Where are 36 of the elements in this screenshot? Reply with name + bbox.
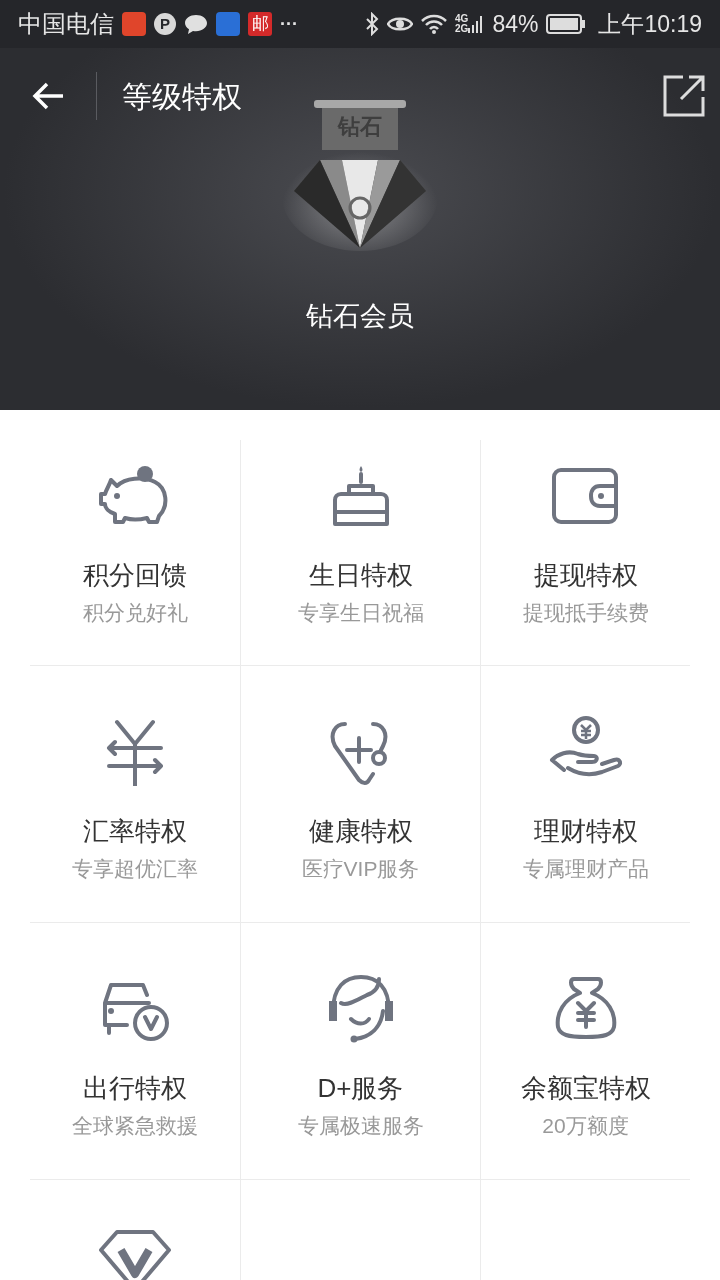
privilege-title[interactable]: 汇率特权 xyxy=(83,818,187,844)
chat-icon xyxy=(184,13,208,35)
mail-notification-icon: 邮 xyxy=(248,12,272,36)
clock: 上午10:19 xyxy=(598,9,702,39)
privilege-title[interactable]: 出行特权 xyxy=(83,1075,187,1101)
wifi-icon xyxy=(421,14,448,34)
privilege-subtitle: 专属极速服务 xyxy=(297,1115,424,1136)
signal-icon xyxy=(468,14,485,34)
page-title: 等级特权 xyxy=(122,78,242,115)
privilege-title[interactable]: 生日特权 xyxy=(308,562,413,588)
gem-v-icon xyxy=(97,1228,173,1280)
privilege-title[interactable]: 提现特权 xyxy=(533,562,638,588)
network-type: 4G xyxy=(455,14,469,24)
battery-icon xyxy=(546,14,587,34)
privilege-subtitle: 专属理财产品 xyxy=(522,858,649,879)
privilege-title[interactable]: 健康特权 xyxy=(308,818,413,844)
privilege-title[interactable]: 余额宝特权 xyxy=(520,1075,651,1101)
carrier-name: 中国电信 xyxy=(18,9,114,39)
bluetooth-icon xyxy=(365,12,380,36)
privilege-subtitle: 专享超优汇率 xyxy=(72,858,198,879)
share-icon xyxy=(663,75,705,117)
network-type: 2G xyxy=(455,24,469,34)
battery-percent: 84% xyxy=(492,9,539,39)
privilege-subtitle: 提现抵手续费 xyxy=(522,602,649,623)
more-notifications: ··· xyxy=(280,12,298,36)
privilege-subtitle: 20万额度 xyxy=(542,1115,629,1136)
privilege-title[interactable]: D+服务 xyxy=(317,1075,404,1101)
back-arrow-icon xyxy=(31,81,65,111)
privilege-subtitle: 积分兑好礼 xyxy=(82,602,188,623)
privilege-subtitle: 全球紧急救援 xyxy=(72,1115,198,1136)
privilege-subtitle: 专享生日祝福 xyxy=(297,602,424,623)
member-level: 钻石会员 xyxy=(306,300,414,333)
parking-notification-icon: P xyxy=(154,13,176,35)
privilege-title[interactable]: 理财特权 xyxy=(533,818,638,844)
privilege-subtitle: 医疗VIP服务 xyxy=(301,858,420,879)
privilege-title[interactable]: 积分回馈 xyxy=(83,562,187,588)
